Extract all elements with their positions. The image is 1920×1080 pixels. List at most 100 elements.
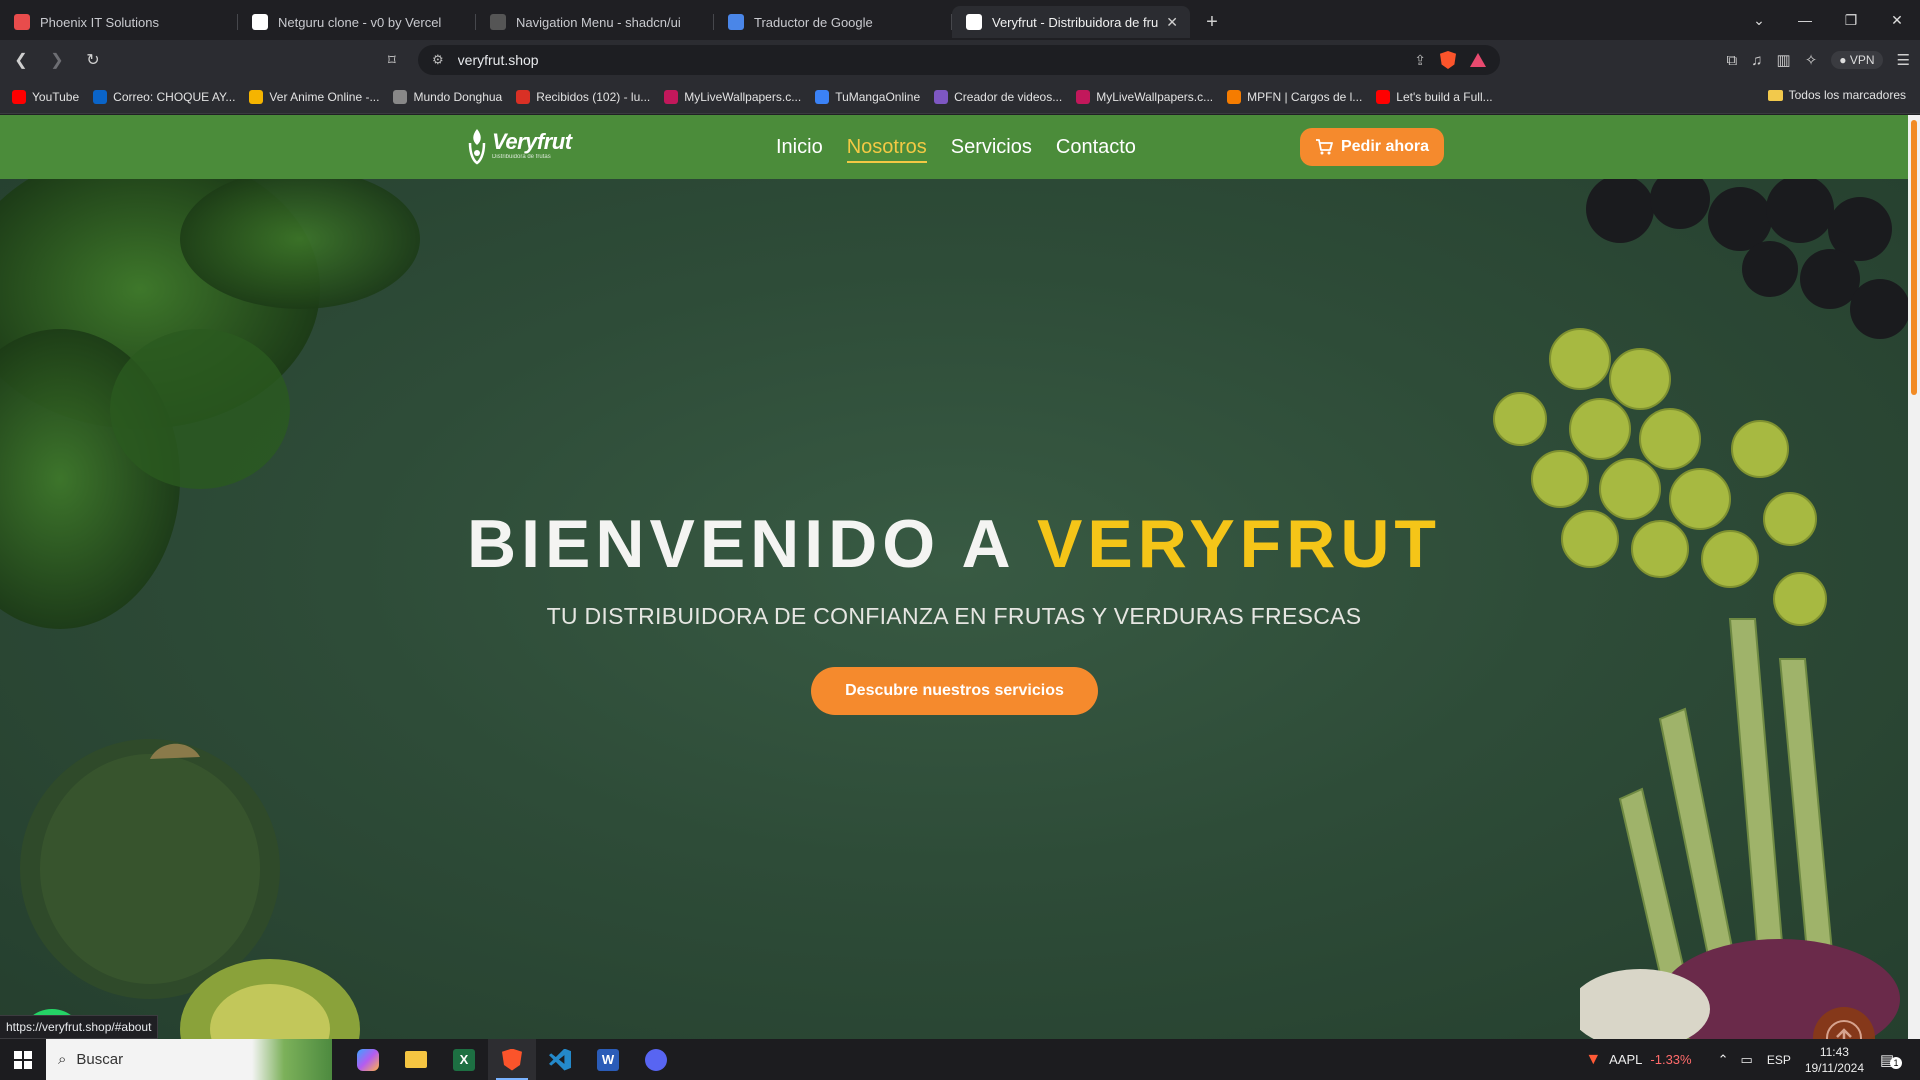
media-icon[interactable]: ♫ <box>1751 52 1762 69</box>
share-icon[interactable]: ⇪ <box>1414 52 1426 69</box>
copilot-app[interactable] <box>344 1039 392 1080</box>
clock[interactable]: 11:43 19/11/2024 <box>1805 1044 1864 1076</box>
stock-widget[interactable]: ▼ AAPL -1.33% <box>1585 1051 1691 1069</box>
file-explorer-app[interactable] <box>392 1039 440 1080</box>
bookmark-favicon-icon <box>393 89 408 104</box>
tab-search-icon[interactable]: ⌄ <box>1736 12 1782 29</box>
tab-title: Phoenix IT Solutions <box>40 14 159 30</box>
start-button[interactable] <box>0 1039 46 1080</box>
bookmark-list: YouTube Correo: CHOQUE AY... Ver Anime Onl… <box>12 89 1507 104</box>
tab-list: Phoenix IT Solutions Netguru clone - v0 b… <box>0 2 1190 38</box>
main-nav: Inicio Nosotros Servicios Contacto <box>776 115 1136 179</box>
hero-subtitle: TU DISTRIBUIDORA DE CONFIANZA EN FRUTAS … <box>546 603 1362 629</box>
order-now-button[interactable]: Pedir ahora <box>1300 128 1444 166</box>
bookmark-favicon-icon <box>249 89 264 104</box>
network-icon[interactable]: ▭ <box>1741 1052 1753 1068</box>
nav-link-servicios[interactable]: Servicios <box>951 136 1032 159</box>
bookmark-item[interactable]: MPFN | Cargos de l... <box>1227 89 1363 104</box>
folder-icon <box>1767 89 1783 101</box>
restore-button[interactable]: ❐ <box>1828 12 1874 29</box>
tab-title: Navigation Menu - shadcn/ui <box>516 14 681 30</box>
browser-tab[interactable]: Veryfrut - Distribuidora de frutas ✕ <box>952 6 1190 38</box>
close-tab-icon[interactable]: ✕ <box>1166 14 1178 31</box>
excel-app[interactable]: X <box>440 1039 488 1080</box>
brave-app[interactable] <box>488 1039 536 1080</box>
logo-name: Veryfrut <box>492 129 572 154</box>
bookmark-item[interactable]: MyLiveWallpapers.c... <box>1076 89 1213 104</box>
taskbar-search[interactable]: ⌕ Buscar <box>46 1039 332 1080</box>
brave-shields-icon[interactable] <box>1440 51 1456 69</box>
page-scrollbar[interactable] <box>1908 115 1920 1039</box>
vscode-app[interactable] <box>536 1039 584 1080</box>
bookmark-label: Creador de videos... <box>954 89 1063 104</box>
hero-title-prefix: BIENVENIDO A <box>467 506 1038 582</box>
url-input[interactable] <box>457 52 1415 68</box>
search-icon: ⌕ <box>58 1051 67 1068</box>
browser-tab[interactable]: Phoenix IT Solutions <box>0 6 238 38</box>
all-bookmarks-folder[interactable]: Todos los marcadores <box>1767 88 1906 102</box>
notifications-button[interactable]: ▤ 1 <box>1880 1051 1910 1069</box>
vpn-label: VPN <box>1849 53 1875 67</box>
bookmark-item[interactable]: YouTube <box>12 89 80 104</box>
address-bar[interactable]: ⚙ ⇪ <box>418 45 1500 75</box>
discord-app[interactable] <box>632 1039 680 1080</box>
tab-favicon-icon <box>252 14 268 30</box>
leo-ai-icon[interactable]: ✧ <box>1805 51 1818 69</box>
nav-link-contacto[interactable]: Contacto <box>1056 136 1136 159</box>
bookmark-favicon-icon <box>1376 89 1391 104</box>
bookmark-item[interactable]: Correo: CHOQUE AY... <box>93 89 236 104</box>
search-highlight-illustration <box>252 1039 332 1080</box>
squash-decoration <box>20 739 360 1039</box>
browser-tab[interactable]: Navigation Menu - shadcn/ui <box>476 6 714 38</box>
clock-date: 19/11/2024 <box>1804 1060 1864 1075</box>
logo-leaf-icon <box>468 129 486 165</box>
bookmark-item[interactable]: Mundo Donghua <box>393 89 502 104</box>
close-window-button[interactable]: ✕ <box>1874 12 1920 29</box>
vpn-button[interactable]: ● VPN <box>1831 51 1883 69</box>
bookmark-item[interactable]: Creador de videos... <box>934 89 1063 104</box>
chevron-up-icon[interactable]: ⌃ <box>1718 1052 1729 1068</box>
bookmark-label: Recibidos (102) - lu... <box>536 89 651 104</box>
back-button[interactable]: ❮ <box>6 45 36 75</box>
hero-title: BIENVENIDO A VERYFRUT <box>0 505 1908 583</box>
brave-rewards-icon[interactable] <box>1470 53 1486 67</box>
folder-icon <box>405 1051 427 1068</box>
stock-change: -1.33% <box>1650 1052 1692 1067</box>
language-indicator[interactable]: ESP <box>1767 1053 1791 1067</box>
copilot-icon <box>357 1048 379 1071</box>
minimize-button[interactable]: — <box>1782 12 1828 28</box>
bookmark-item[interactable]: MyLiveWallpapers.c... <box>664 89 801 104</box>
menu-icon[interactable]: ☰ <box>1897 51 1910 69</box>
tab-title: Veryfrut - Distribuidora de frutas <box>992 14 1159 30</box>
forward-button[interactable]: ❯ <box>42 45 72 75</box>
nav-link-nosotros[interactable]: Nosotros <box>846 136 927 163</box>
nav-link-inicio[interactable]: Inicio <box>776 136 823 159</box>
scrollbar-thumb[interactable] <box>1911 120 1917 395</box>
bookmark-item[interactable]: TuMangaOnline <box>815 89 920 104</box>
reload-button[interactable]: ↻ <box>78 45 108 75</box>
word-app[interactable]: W <box>584 1039 632 1080</box>
browser-tab[interactable]: Netguru clone - v0 by Vercel <box>238 6 476 38</box>
notification-count: 1 <box>1890 1056 1902 1069</box>
bookmark-item[interactable]: Ver Anime Online -... <box>249 89 380 104</box>
sidebar-icon[interactable]: ▥ <box>1777 51 1791 69</box>
site-settings-icon[interactable]: ⚙ <box>432 52 444 68</box>
bookmark-label: MPFN | Cargos de l... <box>1247 89 1363 104</box>
discover-services-button[interactable]: Descubre nuestros servicios <box>811 667 1098 715</box>
new-tab-button[interactable]: + <box>1198 8 1226 36</box>
bookmark-item[interactable]: Recibidos (102) - lu... <box>516 89 651 104</box>
bookmark-favicon-icon <box>934 89 949 104</box>
bookmark-label: Ver Anime Online -... <box>269 89 380 104</box>
site-logo[interactable]: Veryfrut Distribuidora de frutas <box>466 127 572 165</box>
stock-trend-icon: ▼ <box>1585 1050 1602 1068</box>
bookmark-label: YouTube <box>32 89 80 104</box>
bookmark-favicon-icon <box>12 89 26 104</box>
bookmark-icon[interactable]: ⌑ <box>388 51 396 69</box>
browser-tab[interactable]: Traductor de Google <box>714 6 952 38</box>
bookmark-item[interactable]: Let's build a Full... <box>1376 89 1493 104</box>
folder-label: Todos los marcadores <box>1788 88 1906 102</box>
extensions-icon[interactable]: ⧉ <box>1727 52 1738 69</box>
word-icon: W <box>597 1048 619 1071</box>
bookmark-label: Correo: CHOQUE AY... <box>113 89 236 104</box>
bookmark-favicon-icon <box>1076 89 1091 104</box>
